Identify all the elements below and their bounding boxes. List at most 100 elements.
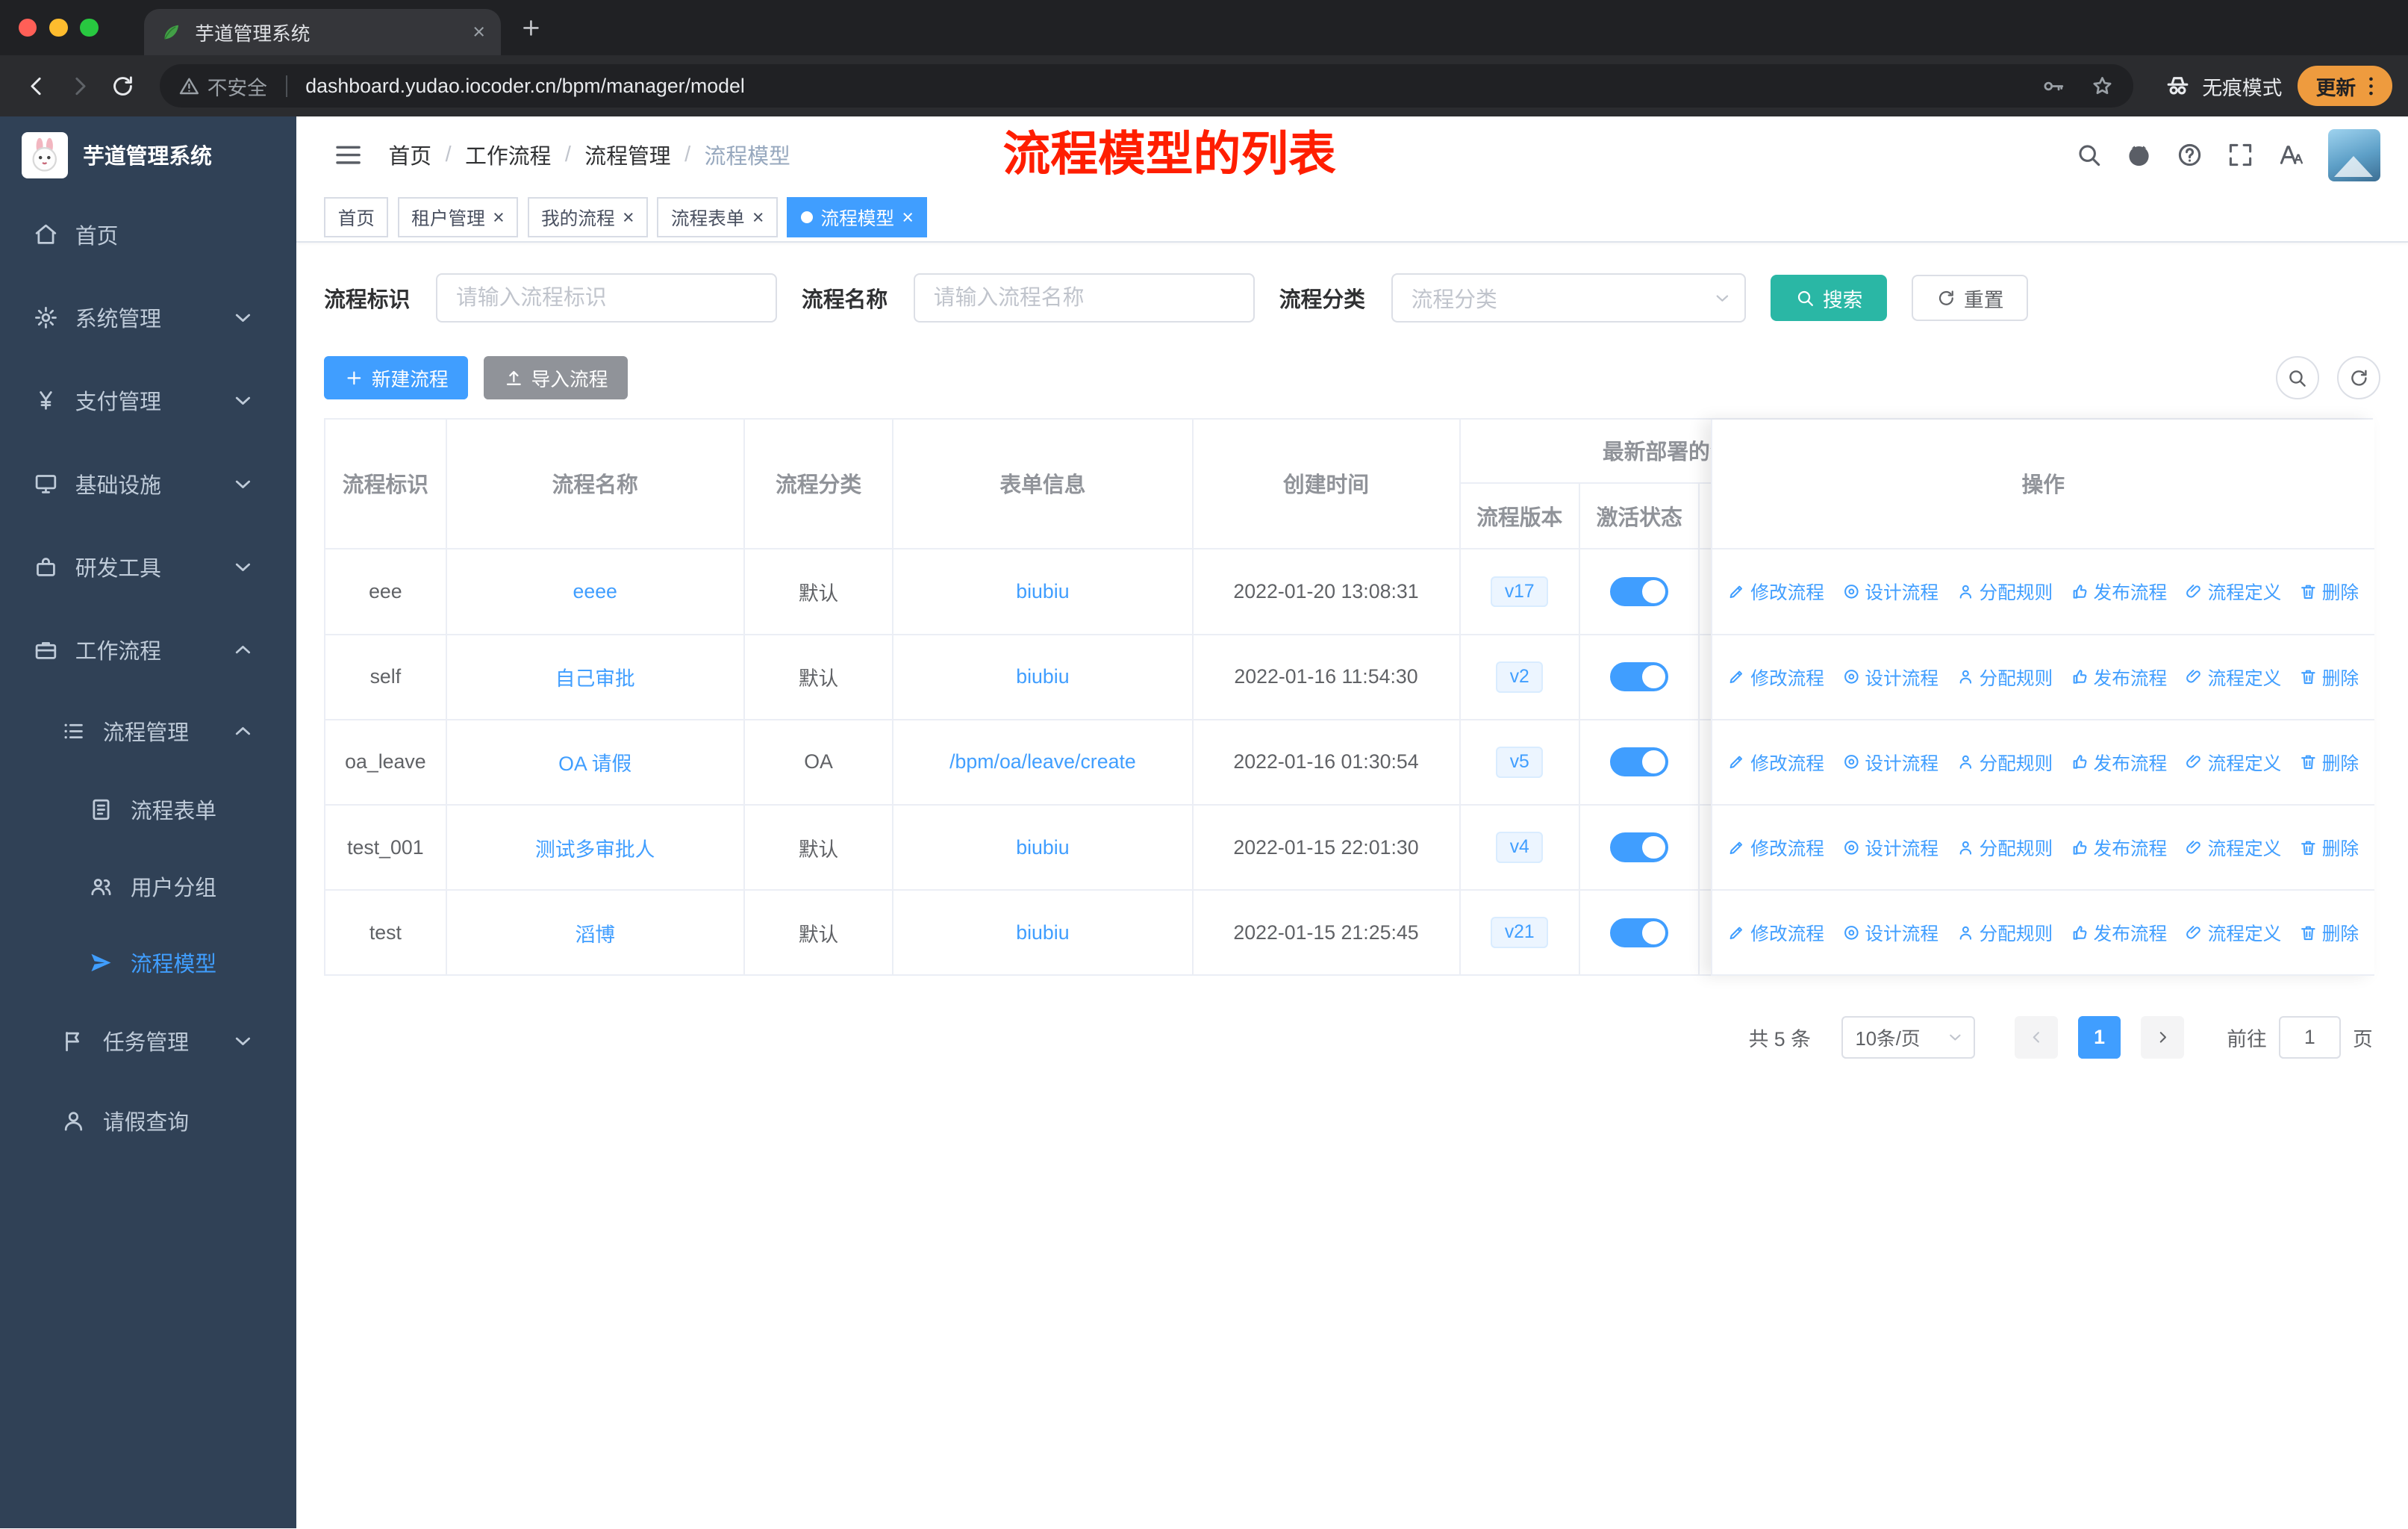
prev-page-button[interactable] [2015,1015,2059,1059]
sidebar-item-workflow[interactable]: 工作流程 [0,608,296,691]
active-toggle[interactable] [1610,918,1669,947]
reload-button[interactable] [102,64,145,108]
tag-close-icon[interactable]: × [902,207,914,228]
font-size-icon[interactable] [2277,141,2305,169]
browser-tab[interactable]: 芋道管理系统 × [144,9,501,56]
form-info-link[interactable]: biubiu [1016,580,1069,603]
tag-home[interactable]: 首页 [324,197,389,237]
page-number-1[interactable]: 1 [2077,1015,2121,1059]
action-edit-link[interactable]: 修改流程 [1727,834,1824,861]
form-info-link[interactable]: biubiu [1016,921,1069,944]
sidebar-item-home[interactable]: 首页 [0,193,296,276]
process-name-input[interactable] [914,273,1255,323]
action-publish-link[interactable]: 发布流程 [2071,749,2167,776]
tag-close-icon[interactable]: × [752,207,764,228]
refresh-table-button[interactable] [2337,356,2380,399]
sidebar-item-process-form[interactable]: 流程表单 [0,771,296,848]
search-icon[interactable] [2075,141,2103,169]
page-size-select[interactable]: 10条/页 [1841,1015,1975,1059]
process-name-link[interactable]: 自己审批 [555,662,635,691]
sidebar-item-system[interactable]: 系统管理 [0,276,296,359]
user-avatar[interactable] [2328,128,2380,181]
zoom-window-button[interactable] [79,18,99,37]
process-id-input[interactable] [436,273,778,323]
address-bar[interactable]: 不安全 dashboard.yudao.iocoder.cn/bpm/manag… [159,64,2133,108]
active-toggle[interactable] [1610,747,1669,777]
process-name-link[interactable]: OA 请假 [558,747,631,776]
import-process-button[interactable]: 导入流程 [483,356,628,399]
action-publish-link[interactable]: 发布流程 [2071,578,2167,605]
tag-my-process[interactable]: 我的流程 × [527,197,649,237]
active-toggle[interactable] [1610,832,1669,862]
app-logo[interactable]: 芋道管理系统 [0,116,296,193]
browser-menu-dots-icon[interactable] [2359,74,2383,99]
sidebar-item-payment[interactable]: 支付管理 [0,359,296,442]
action-publish-link[interactable]: 发布流程 [2071,919,2167,946]
action-assign-rule-link[interactable]: 分配规则 [1956,919,2053,946]
action-edit-link[interactable]: 修改流程 [1727,919,1824,946]
sidebar-item-process-model[interactable]: 流程模型 [0,924,296,1001]
github-icon[interactable] [2125,141,2153,169]
tag-close-icon[interactable]: × [623,207,634,228]
sidebar-item-infrastructure[interactable]: 基础设施 [0,442,296,525]
form-info-link[interactable]: biubiu [1016,665,1069,688]
next-page-button[interactable] [2141,1015,2184,1059]
password-key-icon[interactable] [2041,74,2065,99]
action-design-link[interactable]: 设计流程 [1842,919,1938,946]
tag-close-icon[interactable]: × [493,207,505,228]
action-assign-rule-link[interactable]: 分配规则 [1956,578,2053,605]
active-toggle[interactable] [1610,576,1669,607]
fullscreen-icon[interactable] [2227,141,2254,169]
security-warning[interactable]: 不安全 [178,72,267,101]
sidebar-item-process-mgmt[interactable]: 流程管理 [0,691,296,771]
process-name-link[interactable]: 滔博 [575,918,614,947]
active-toggle[interactable] [1610,662,1669,692]
tag-process-model[interactable]: 流程模型 × [787,197,928,237]
browser-update-button[interactable]: 更新 [2297,66,2393,106]
action-edit-link[interactable]: 修改流程 [1727,664,1824,691]
action-assign-rule-link[interactable]: 分配规则 [1956,834,2053,861]
action-definition-link[interactable]: 流程定义 [2185,578,2281,605]
bookmark-star-icon[interactable] [2090,74,2115,99]
back-button[interactable] [16,64,59,108]
action-definition-link[interactable]: 流程定义 [2185,834,2281,861]
action-edit-link[interactable]: 修改流程 [1727,749,1824,776]
new-tab-button[interactable] [513,9,549,46]
sidebar-item-task-mgmt[interactable]: 任务管理 [0,1001,296,1081]
action-edit-link[interactable]: 修改流程 [1727,578,1824,605]
collapse-sidebar-icon[interactable] [333,140,364,170]
sidebar-item-devtools[interactable]: 研发工具 [0,526,296,608]
action-design-link[interactable]: 设计流程 [1842,749,1938,776]
process-name-link[interactable]: eeee [573,580,617,603]
action-assign-rule-link[interactable]: 分配规则 [1956,749,2053,776]
action-definition-link[interactable]: 流程定义 [2185,749,2281,776]
help-icon[interactable] [2176,141,2203,169]
action-publish-link[interactable]: 发布流程 [2071,664,2167,691]
minimize-window-button[interactable] [49,18,68,37]
action-definition-link[interactable]: 流程定义 [2185,919,2281,946]
tag-tenant[interactable]: 租户管理 × [397,197,519,237]
action-delete-link[interactable]: 删除 [2299,749,2359,776]
search-button[interactable]: 搜索 [1771,275,1888,321]
process-name-link[interactable]: 测试多审批人 [535,833,655,862]
breadcrumb-item[interactable]: 流程管理 [584,140,670,170]
sidebar-item-leave-query[interactable]: 请假查询 [0,1081,296,1161]
close-window-button[interactable] [18,18,37,37]
form-info-link[interactable]: biubiu [1016,836,1069,859]
create-process-button[interactable]: 新建流程 [324,356,469,399]
breadcrumb-item[interactable]: 工作流程 [465,140,551,170]
action-design-link[interactable]: 设计流程 [1842,664,1938,691]
goto-page-input[interactable] [2279,1015,2341,1059]
action-delete-link[interactable]: 删除 [2299,834,2359,861]
action-delete-link[interactable]: 删除 [2299,578,2359,605]
process-category-select[interactable]: 流程分类 [1391,273,1747,323]
reset-button[interactable]: 重置 [1912,275,2029,321]
action-design-link[interactable]: 设计流程 [1842,834,1938,861]
tag-process-form[interactable]: 流程表单 × [657,197,778,237]
form-info-link[interactable]: /bpm/oa/leave/create [949,750,1136,773]
action-design-link[interactable]: 设计流程 [1842,578,1938,605]
action-delete-link[interactable]: 删除 [2299,664,2359,691]
action-publish-link[interactable]: 发布流程 [2071,834,2167,861]
forward-button[interactable] [58,64,102,108]
action-delete-link[interactable]: 删除 [2299,919,2359,946]
